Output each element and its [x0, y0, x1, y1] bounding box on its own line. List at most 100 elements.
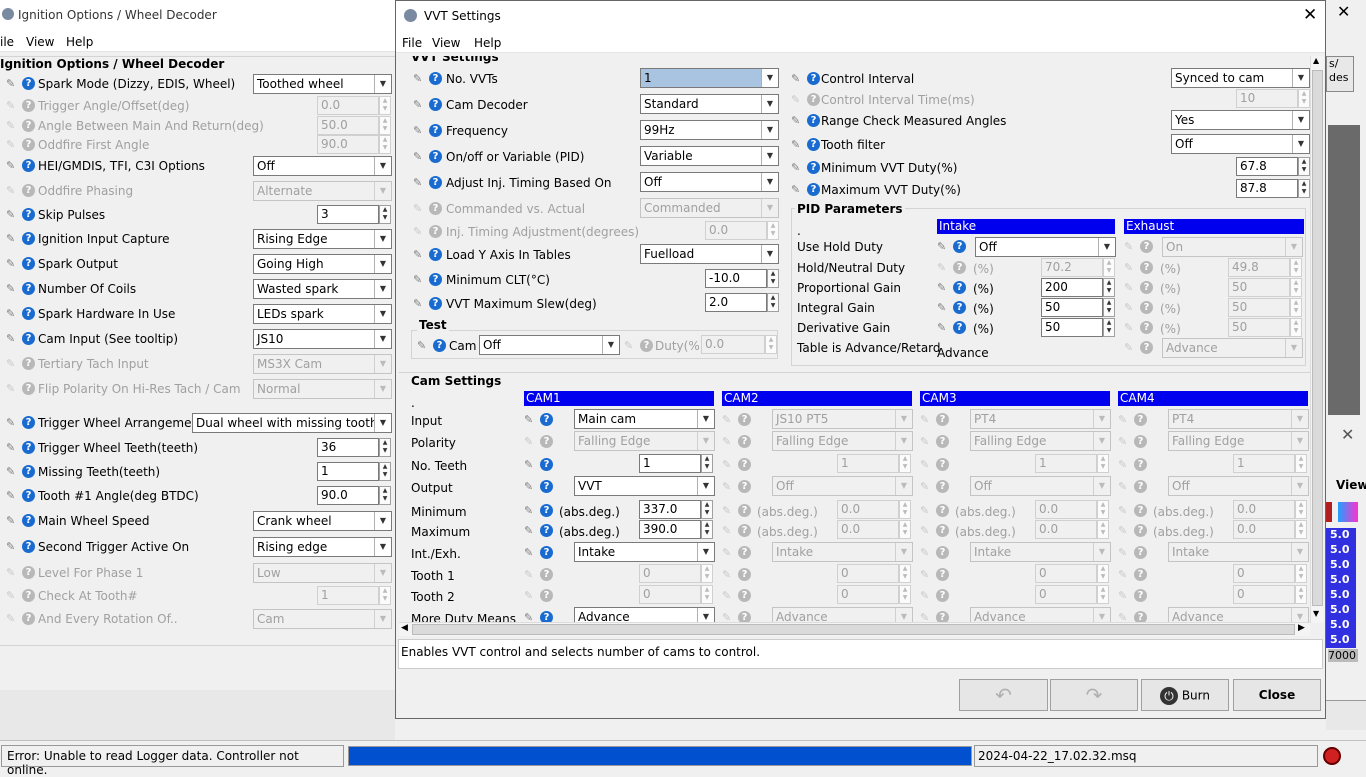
bg-row-4-help-icon[interactable]: ? — [22, 159, 35, 172]
cam1-intexh-edit-icon[interactable]: ✎ — [524, 546, 538, 559]
vvt-left-3-edit-icon[interactable]: ✎ — [413, 150, 427, 163]
cam1-min-help-icon[interactable]: ? — [540, 504, 553, 517]
vvt-right-0-edit-icon[interactable]: ✎ — [791, 72, 805, 85]
vvt-right-0-select[interactable]: Synced to cam ▼ — [1171, 68, 1310, 88]
pid-intake-d-edit-icon[interactable]: ✎ — [937, 321, 951, 334]
vvt-left-9-input[interactable]: 2.0 — [705, 293, 767, 312]
dialog-menu-file[interactable]: File — [402, 36, 422, 50]
vvt-left-8-spinner[interactable]: ▲ ▼ — [767, 269, 779, 288]
cam1-max-help-icon[interactable]: ? — [540, 524, 553, 537]
horizontal-scroll-thumb[interactable] — [412, 624, 1295, 635]
vvt-left-1-edit-icon[interactable]: ✎ — [413, 98, 427, 111]
vvt-right-2-edit-icon[interactable]: ✎ — [791, 114, 805, 127]
bg-row-0-edit-icon[interactable]: ✎ — [6, 77, 20, 90]
pid-intake-p-spinner[interactable]: ▲ ▼ — [1103, 278, 1115, 297]
vvt-right-5-edit-icon[interactable]: ✎ — [791, 183, 805, 196]
bg-row-7-edit-icon[interactable]: ✎ — [6, 232, 20, 245]
bg-row-4-edit-icon[interactable]: ✎ — [6, 159, 20, 172]
bg-menu-file[interactable]: ile — [0, 35, 14, 49]
bg-row-6-input[interactable]: 3 — [317, 205, 379, 224]
pid-intake-hold-help-icon[interactable]: ? — [953, 240, 966, 253]
bg-row-10-help-icon[interactable]: ? — [22, 307, 35, 320]
bg-row-8-edit-icon[interactable]: ✎ — [6, 257, 20, 270]
pid-intake-i-input[interactable]: 50 — [1041, 298, 1103, 317]
pid-intake-i-edit-icon[interactable]: ✎ — [937, 301, 951, 314]
cam1-output-edit-icon[interactable]: ✎ — [524, 480, 538, 493]
cam1-teeth-spinner[interactable]: ▲ ▼ — [701, 454, 713, 473]
pid-intake-i-spinner[interactable]: ▲ ▼ — [1103, 298, 1115, 317]
close-button[interactable]: Close — [1233, 679, 1321, 711]
dialog-close-icon[interactable]: ✕ — [1303, 5, 1317, 25]
bg-row-14-select[interactable]: Dual wheel with missing tooth ▼ — [192, 413, 392, 433]
vvt-right-4-input[interactable]: 67.8 — [1236, 157, 1298, 176]
bg-row-16-edit-icon[interactable]: ✎ — [6, 465, 20, 478]
bg-row-9-select[interactable]: Wasted spark ▼ — [253, 279, 392, 299]
pid-intake-d-spinner[interactable]: ▲ ▼ — [1103, 318, 1115, 337]
bg-row-19-select[interactable]: Rising edge ▼ — [253, 537, 392, 557]
vvt-left-1-help-icon[interactable]: ? — [429, 98, 442, 111]
cam1-teeth-input[interactable]: 1 — [639, 454, 701, 473]
vvt-right-4-edit-icon[interactable]: ✎ — [791, 161, 805, 174]
right-close-icon[interactable]: ✕ — [1337, 2, 1350, 21]
vvt-right-4-spinner[interactable]: ▲ ▼ — [1298, 157, 1310, 176]
vvt-left-8-help-icon[interactable]: ? — [429, 273, 442, 286]
bg-row-17-help-icon[interactable]: ? — [22, 489, 35, 502]
bg-row-6-help-icon[interactable]: ? — [22, 208, 35, 221]
vvt-left-1-select[interactable]: Standard ▼ — [640, 94, 779, 114]
vvt-left-2-select[interactable]: 99Hz ▼ — [640, 120, 779, 140]
bg-row-19-edit-icon[interactable]: ✎ — [6, 540, 20, 553]
vvt-left-4-edit-icon[interactable]: ✎ — [413, 176, 427, 189]
bg-row-15-edit-icon[interactable]: ✎ — [6, 441, 20, 454]
vvt-right-5-input[interactable]: 87.8 — [1236, 179, 1298, 198]
vvt-right-4-help-icon[interactable]: ? — [807, 161, 820, 174]
cam1-intexh-help-icon[interactable]: ? — [540, 546, 553, 559]
vvt-left-4-help-icon[interactable]: ? — [429, 176, 442, 189]
vvt-left-7-help-icon[interactable]: ? — [429, 248, 442, 261]
vvt-left-8-edit-icon[interactable]: ✎ — [413, 273, 427, 286]
vvt-left-8-input[interactable]: -10.0 — [705, 269, 767, 288]
vvt-left-2-edit-icon[interactable]: ✎ — [413, 124, 427, 137]
cam1-output-help-icon[interactable]: ? — [540, 480, 553, 493]
test-cam-select[interactable]: Off ▼ — [479, 335, 620, 355]
bg-row-9-edit-icon[interactable]: ✎ — [6, 282, 20, 295]
cam1-more-select[interactable]: Advance ▼ — [574, 607, 715, 623]
vvt-right-0-help-icon[interactable]: ? — [807, 72, 820, 85]
vvt-left-2-help-icon[interactable]: ? — [429, 124, 442, 137]
cam1-intexh-select[interactable]: Intake ▼ — [574, 542, 715, 562]
bg-row-18-help-icon[interactable]: ? — [22, 514, 35, 527]
cam1-min-spinner[interactable]: ▲ ▼ — [701, 500, 713, 519]
vvt-left-0-help-icon[interactable]: ? — [429, 72, 442, 85]
bg-row-18-select[interactable]: Crank wheel ▼ — [253, 511, 392, 531]
pid-intake-p-help-icon[interactable]: ? — [953, 281, 966, 294]
vvt-right-2-help-icon[interactable]: ? — [807, 114, 820, 127]
bg-row-10-select[interactable]: LEDs spark ▼ — [253, 304, 392, 324]
bg-row-18-edit-icon[interactable]: ✎ — [6, 514, 20, 527]
vvt-right-5-spinner[interactable]: ▲ ▼ — [1298, 179, 1310, 198]
pid-intake-hold-select[interactable]: Off ▼ — [975, 237, 1116, 257]
bg-row-4-select[interactable]: Off ▼ — [253, 156, 392, 176]
test-cam-help-icon[interactable]: ? — [433, 339, 446, 352]
vvt-left-3-help-icon[interactable]: ? — [429, 150, 442, 163]
vertical-scrollbar[interactable]: ▲ ▼ — [1310, 56, 1324, 623]
bg-row-11-help-icon[interactable]: ? — [22, 332, 35, 345]
right-color-icons[interactable] — [1326, 502, 1360, 522]
bg-row-17-input[interactable]: 90.0 — [317, 486, 379, 505]
pid-intake-d-help-icon[interactable]: ? — [953, 321, 966, 334]
bg-row-7-help-icon[interactable]: ? — [22, 232, 35, 245]
vvt-left-4-select[interactable]: Off ▼ — [640, 172, 779, 192]
dialog-menu-help[interactable]: Help — [474, 36, 501, 50]
bg-row-14-edit-icon[interactable]: ✎ — [6, 416, 20, 429]
bg-row-8-select[interactable]: Going High ▼ — [253, 254, 392, 274]
vvt-left-3-select[interactable]: Variable ▼ — [640, 146, 779, 166]
cam1-input-help-icon[interactable]: ? — [540, 413, 553, 426]
pid-intake-d-input[interactable]: 50 — [1041, 318, 1103, 337]
test-cam-edit-icon[interactable]: ✎ — [417, 339, 431, 352]
cam1-input-edit-icon[interactable]: ✎ — [524, 413, 538, 426]
bg-row-16-input[interactable]: 1 — [317, 462, 379, 481]
vvt-left-0-edit-icon[interactable]: ✎ — [413, 72, 427, 85]
bg-row-15-input[interactable]: 36 — [317, 438, 379, 457]
cam1-max-edit-icon[interactable]: ✎ — [524, 524, 538, 537]
bg-row-0-help-icon[interactable]: ? — [22, 77, 35, 90]
bg-row-11-select[interactable]: JS10 ▼ — [253, 329, 392, 349]
vvt-left-7-edit-icon[interactable]: ✎ — [413, 248, 427, 261]
